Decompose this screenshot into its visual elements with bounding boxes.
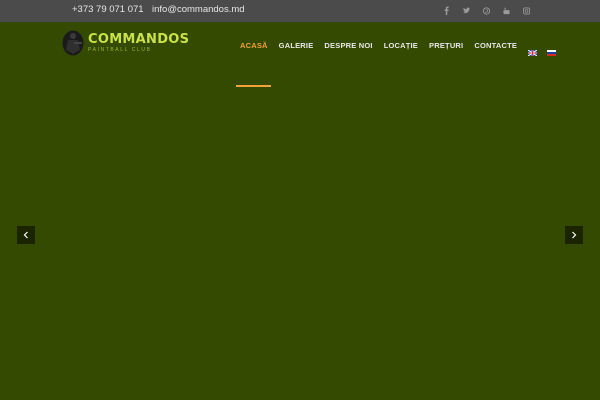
nav-item-locatie[interactable]: LOCAȚIE bbox=[384, 41, 418, 50]
slider-prev-button[interactable] bbox=[17, 226, 35, 244]
site-logo[interactable]: COMMANDOS PAINTBALL CLUB bbox=[62, 30, 189, 56]
email-link[interactable]: info@commandos.md bbox=[152, 4, 245, 15]
slider-next-button[interactable] bbox=[565, 226, 583, 244]
phone-link[interactable]: +373 79 071 071 bbox=[72, 4, 144, 15]
social-links bbox=[443, 5, 530, 16]
chevron-left-icon bbox=[23, 226, 29, 244]
instagram-icon[interactable] bbox=[523, 5, 530, 16]
twitter-icon[interactable] bbox=[463, 5, 470, 16]
facebook-icon[interactable] bbox=[443, 5, 450, 16]
soldier-emblem-icon bbox=[62, 30, 84, 56]
russian-flag-icon[interactable] bbox=[547, 43, 557, 56]
chevron-right-icon bbox=[571, 226, 577, 244]
logo-brand-text: COMMANDOS bbox=[88, 32, 190, 47]
youtube-icon[interactable] bbox=[503, 5, 510, 16]
site-header: COMMANDOS PAINTBALL CLUB ACASĂ GALERIE D… bbox=[0, 22, 600, 87]
logo-tagline-text: PAINTBALL CLUB bbox=[88, 47, 152, 53]
pinterest-icon[interactable] bbox=[483, 5, 490, 16]
nav-item-despre-noi[interactable]: DESPRE NOI bbox=[324, 41, 372, 50]
nav-item-preturi[interactable]: PREȚURI bbox=[429, 41, 463, 50]
hero-slider bbox=[0, 66, 600, 400]
nav-item-galerie[interactable]: GALERIE bbox=[279, 41, 314, 50]
top-bar: +373 79 071 071 info@commandos.md bbox=[0, 0, 600, 22]
nav-item-acasa[interactable]: ACASĂ bbox=[240, 41, 268, 50]
nav-item-contacte[interactable]: CONTACTE bbox=[474, 41, 517, 50]
main-navigation: ACASĂ GALERIE DESPRE NOI LOCAȚIE PREȚURI… bbox=[240, 39, 566, 56]
english-flag-icon[interactable] bbox=[527, 43, 538, 56]
